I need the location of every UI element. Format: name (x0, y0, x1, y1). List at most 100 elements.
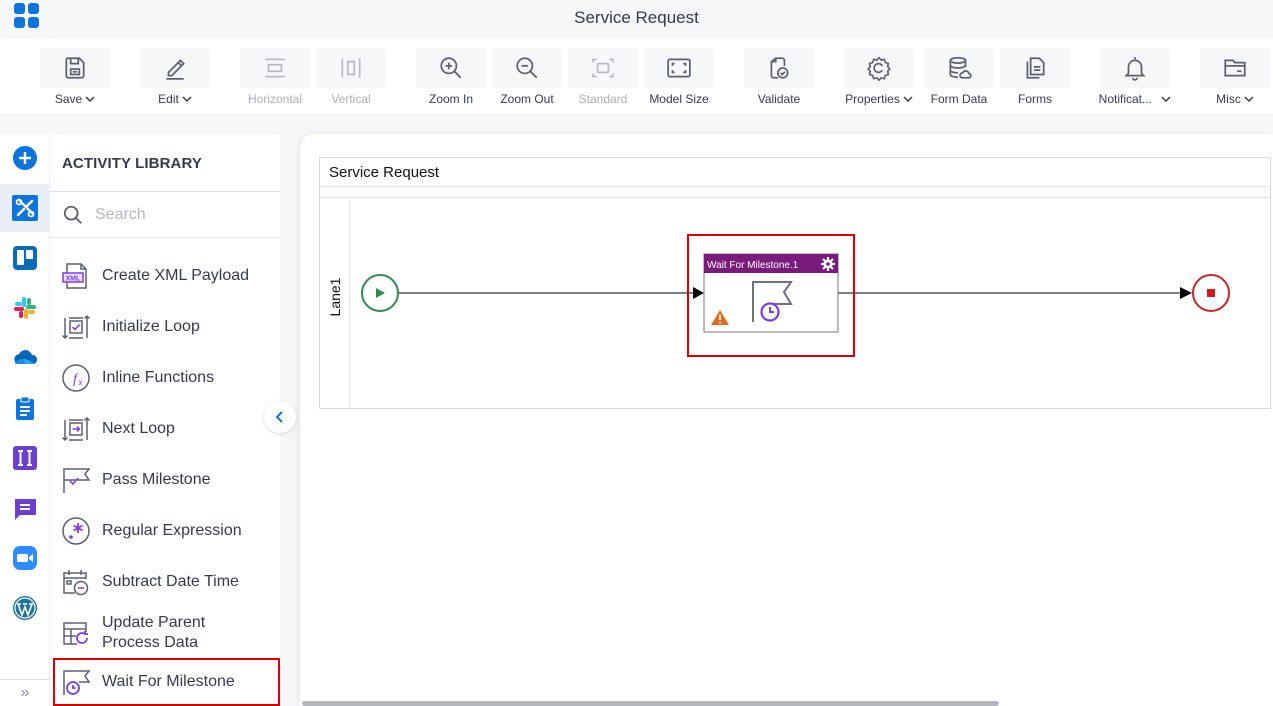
library-item-initialize-loop[interactable]: Initialize Loop (50, 301, 280, 352)
app-rail: » (0, 134, 50, 706)
search-input[interactable] (95, 205, 265, 224)
fit-screen-icon (667, 58, 691, 78)
form-data-button[interactable]: Form Data (924, 48, 994, 108)
rail-item-integration[interactable] (0, 434, 50, 482)
library-title: ACTIVITY LIBRARY (62, 155, 202, 172)
misc-button[interactable]: Misc (1200, 48, 1270, 108)
chevron-down-icon (1161, 96, 1171, 103)
page-title: Service Request (574, 8, 699, 27)
activity-title: Wait For Milestone.1 (707, 260, 799, 271)
search-icon (63, 205, 82, 224)
library-item-regular-expression[interactable]: Regular Expression (50, 505, 280, 556)
svg-text:x: x (79, 378, 83, 387)
notifications-label: Notificat... (1098, 92, 1153, 106)
horizontal-scrollbar[interactable] (302, 701, 999, 706)
library-item-inline-functions[interactable]: fx Inline Functions (50, 352, 280, 403)
slack-icon (14, 297, 36, 319)
divider (50, 237, 280, 238)
rail-item-slack[interactable] (0, 284, 50, 332)
rail-item-add[interactable] (0, 134, 50, 182)
rail-item-zoom[interactable] (0, 534, 50, 582)
function-icon: fx (62, 363, 90, 392)
video-icon (13, 546, 37, 570)
zoom-out-icon (516, 57, 538, 79)
toolbar: Save Edit Horizontal Vertical Zoom In Zo… (0, 38, 1273, 114)
forms-button[interactable]: Forms (1000, 48, 1070, 108)
vertical-label: Vertical (331, 92, 371, 106)
library-item-label: Initialize Loop (102, 317, 200, 335)
end-event[interactable] (1192, 274, 1230, 312)
rail-item-utilities[interactable] (0, 184, 50, 232)
model-size-button[interactable]: Model Size (644, 48, 714, 108)
regex-icon (62, 516, 90, 545)
collapse-library-button[interactable] (264, 401, 296, 433)
trello-icon (13, 246, 37, 270)
activity-wait-for-milestone[interactable]: Wait For Milestone.1 (703, 253, 839, 333)
zoom-in-label: Zoom In (428, 92, 473, 106)
chevron-down-icon (903, 96, 913, 103)
pool[interactable]: Service Request Lane1 Wait For Milestone… (319, 157, 1271, 409)
zoom-in-icon (440, 57, 462, 79)
edit-label: Edit (158, 92, 179, 106)
standard-button[interactable]: Standard (568, 48, 638, 108)
library-item-label: Create XML Payload (102, 266, 250, 284)
clipboard-icon (16, 396, 34, 420)
library-item-update-parent-process-data[interactable]: Update Parent Process Data (50, 607, 280, 658)
folder-icon (1224, 59, 1246, 77)
update-parent-icon (63, 621, 88, 645)
misc-label: Misc (1216, 92, 1241, 106)
model-size-label: Model Size (649, 92, 709, 106)
database-icon (949, 56, 972, 79)
label-line-1: Update Parent (102, 613, 206, 631)
validate-button[interactable]: Validate (744, 48, 814, 108)
save-button[interactable]: Save (40, 48, 110, 108)
arrowhead-icon (693, 287, 704, 299)
onedrive-icon (14, 350, 38, 364)
start-event[interactable] (361, 274, 399, 312)
notifications-button[interactable]: Notificat... (1098, 48, 1171, 108)
chevron-left-icon (275, 411, 283, 423)
library-item-label: Pass Milestone (102, 470, 211, 488)
next-loop-icon (61, 416, 91, 441)
wait-milestone-icon (63, 670, 91, 695)
plus-circle-icon (13, 146, 37, 170)
activity-settings-gear-icon[interactable] (821, 257, 835, 271)
rail-item-chat[interactable] (0, 484, 50, 532)
rail-item-onedrive[interactable] (0, 334, 50, 382)
rail-item-trello[interactable] (0, 234, 50, 282)
library-item-pass-milestone[interactable]: Pass Milestone (50, 454, 280, 505)
vertical-button[interactable]: Vertical (316, 48, 386, 108)
expand-rail-button[interactable]: » (0, 684, 50, 706)
forms-icon (1026, 57, 1045, 79)
svg-text:XML: XML (66, 275, 82, 282)
stop-icon (1207, 289, 1215, 297)
zoom-out-button[interactable]: Zoom Out (492, 48, 562, 108)
properties-button[interactable]: Properties (844, 48, 914, 108)
save-label: Save (54, 92, 83, 106)
align-horizontal-icon (265, 58, 285, 78)
zoom-in-button[interactable]: Zoom In (416, 48, 486, 108)
library-item-next-loop[interactable]: Next Loop (50, 403, 280, 454)
standard-size-icon (592, 58, 614, 78)
library-item-subtract-date-time[interactable]: Subtract Date Time (50, 556, 280, 607)
chat-icon (15, 499, 36, 520)
chevron-down-icon (1244, 96, 1254, 103)
horizontal-label: Horizontal (247, 92, 303, 106)
library-search (50, 192, 280, 237)
library-item-create-xml-payload[interactable]: XML Create XML Payload (50, 250, 280, 301)
rail-item-wordpress[interactable] (0, 584, 50, 632)
rail-item-clipboard[interactable] (0, 384, 50, 432)
library-item-label: Next Loop (102, 419, 175, 437)
title-bar: Service Request (0, 0, 1273, 38)
standard-label: Standard (578, 92, 628, 106)
library-item-wait-for-milestone[interactable]: Wait For Milestone (53, 658, 280, 706)
initialize-loop-icon (61, 314, 91, 339)
validate-icon (770, 57, 789, 79)
activity-library-panel: ACTIVITY LIBRARY XML Create XML Payload … (50, 134, 280, 706)
pencil-icon (166, 59, 185, 80)
horizontal-button[interactable]: Horizontal (240, 48, 310, 108)
edit-button[interactable]: Edit (140, 48, 210, 108)
zoom-out-label: Zoom Out (500, 92, 554, 106)
process-canvas[interactable]: Service Request Lane1 Wait For Milestone… (300, 134, 1273, 706)
library-item-label: Inline Functions (102, 368, 215, 386)
